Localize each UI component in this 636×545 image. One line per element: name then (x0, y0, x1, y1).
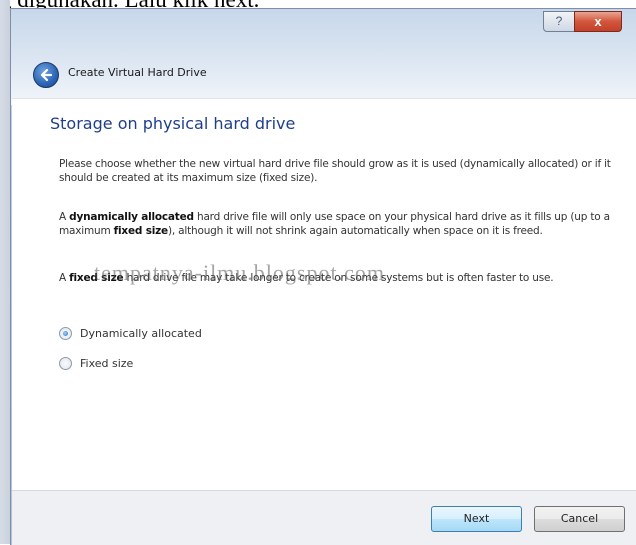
wizard-content: Storage on physical hard drive Please ch… (12, 98, 636, 491)
window-left-edge (0, 0, 10, 544)
option-fixed-size[interactable]: Fixed size (59, 357, 133, 370)
next-button[interactable]: Next (431, 506, 522, 532)
radio-button-checked[interactable] (59, 327, 72, 340)
page-title: Storage on physical hard drive (50, 114, 296, 133)
text: A (59, 211, 70, 223)
close-icon: x (594, 14, 602, 29)
text: ), although it will not shrink again aut… (167, 225, 543, 237)
cancel-button[interactable]: Cancel (534, 506, 625, 532)
watermark: tempatnya-ilmu.blogspot.com (94, 260, 385, 285)
option-label: Fixed size (80, 357, 134, 370)
description-paragraph: Please choose whether the new virtual ha… (59, 158, 611, 184)
window-title: Create Virtual Hard Drive (68, 66, 207, 79)
radio-button[interactable] (59, 357, 72, 370)
help-button[interactable]: ? (543, 11, 575, 32)
bold-term: fixed size (113, 225, 169, 237)
option-label: Dynamically allocated (80, 327, 202, 340)
close-button[interactable]: x (574, 11, 622, 32)
help-icon: ? (555, 14, 563, 28)
text: A (59, 272, 70, 284)
back-arrow-icon (40, 68, 53, 82)
dynamic-explanation-paragraph: A dynamically allocated hard drive file … (59, 210, 624, 238)
bold-term: dynamically allocated (69, 211, 194, 223)
button-bar: Next Cancel (12, 490, 636, 545)
option-dynamically-allocated[interactable]: Dynamically allocated (59, 327, 202, 340)
back-button[interactable] (33, 62, 59, 88)
